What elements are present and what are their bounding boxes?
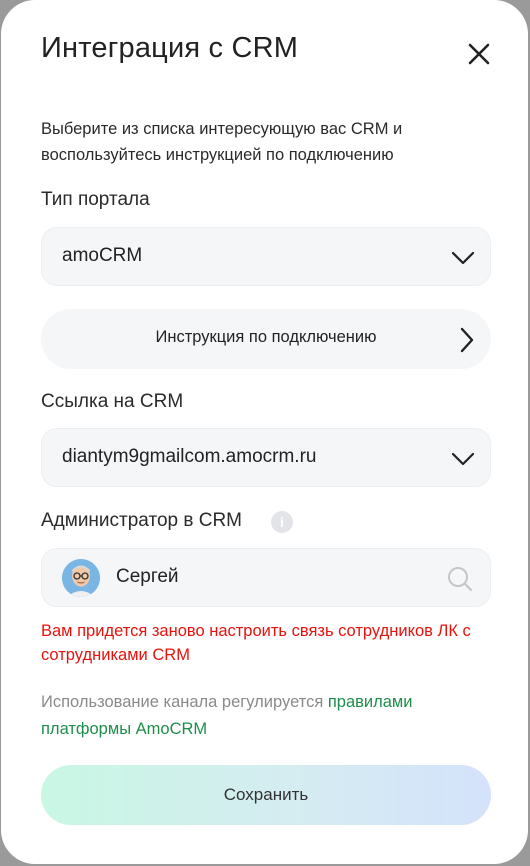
save-button[interactable]: Сохранить bbox=[41, 765, 491, 825]
close-icon[interactable] bbox=[463, 38, 495, 70]
user-avatar bbox=[62, 559, 100, 597]
admin-select[interactable]: Сергей bbox=[41, 548, 491, 607]
crm-link-label: Ссылка на CRM bbox=[41, 391, 184, 412]
admin-name: Сергей bbox=[116, 566, 179, 587]
search-icon[interactable] bbox=[446, 565, 474, 593]
portal-type-label: Тип портала bbox=[41, 189, 150, 210]
instruction-button[interactable]: Инструкция по подключению bbox=[41, 309, 491, 369]
chevron-down-icon bbox=[451, 452, 475, 466]
crm-link-value: diantym9gmailcom.amocrm.ru bbox=[62, 446, 317, 467]
info-icon[interactable]: i bbox=[271, 511, 293, 533]
instruction-label: Инструкция по подключению bbox=[155, 328, 377, 346]
chevron-right-icon bbox=[460, 327, 474, 353]
admin-label: Администратор в CRM bbox=[41, 510, 243, 531]
portal-type-select[interactable]: amoCRM bbox=[41, 227, 491, 286]
crm-link-select[interactable]: diantym9gmailcom.amocrm.ru bbox=[41, 428, 491, 487]
warning-text: Вам придется заново настроить связь сотр… bbox=[41, 622, 471, 664]
policy-prefix: Использование канала регулируется bbox=[41, 693, 328, 711]
modal-description: Выберите из списка интересующую вас CRM … bbox=[41, 120, 403, 164]
portal-type-value: amoCRM bbox=[62, 245, 143, 266]
chevron-down-icon bbox=[451, 251, 475, 265]
crm-integration-modal: Интеграция с CRM Выберите из списка инте… bbox=[1, 0, 528, 864]
modal-title: Интеграция с CRM bbox=[41, 32, 299, 64]
policy-text: Использование канала регулируется правил… bbox=[41, 689, 501, 743]
